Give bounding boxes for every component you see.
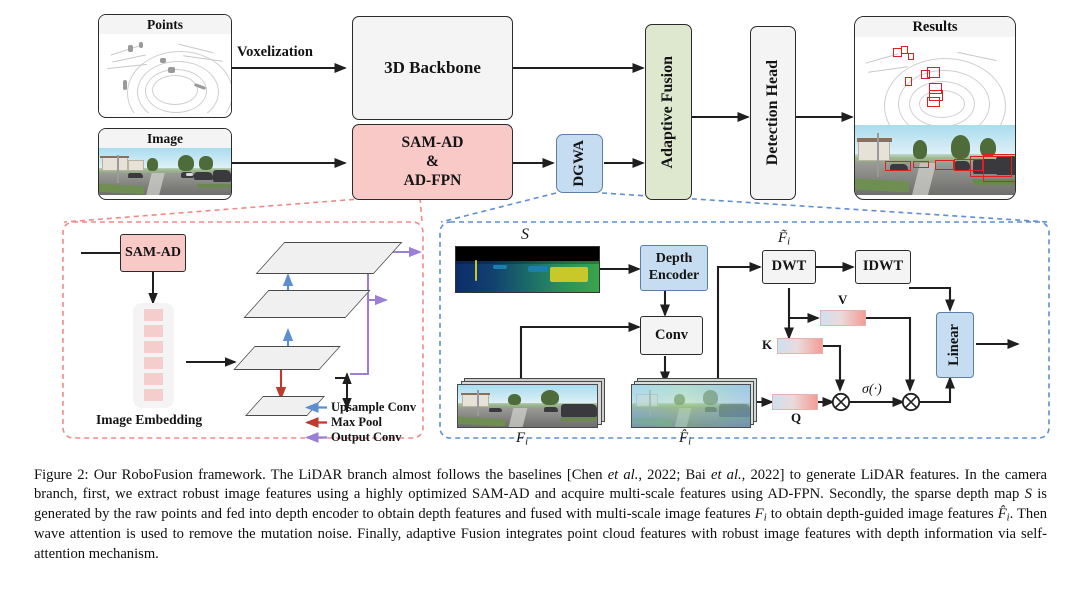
conv-box[interactable]: Conv [640,316,703,355]
legend-upsample-conv-label: Upsample Conv [331,400,417,414]
caption-math-fhat: F̂ [997,505,1007,522]
fhat-subscript: i [688,435,692,448]
attention-q-label: Q [791,410,802,425]
linear-box[interactable]: Linear [936,312,974,378]
points-cloud-thumbnail [99,34,231,113]
dgwa-box[interactable]: DGWA [556,134,603,193]
linear-label: Linear [946,324,963,366]
ftilde-feature-label: F̃i [778,230,790,247]
legend-output-conv-label: Output Conv [331,430,402,444]
results-pointcloud-thumbnail [855,37,1015,125]
ampersand-label: & [426,152,439,170]
caption-number: Figure 2: [34,467,89,483]
sparse-depth-map-thumbnail [455,246,600,293]
fhat-feature-label: F̂i [679,430,691,447]
legend-output-conv: Output Conv [302,430,402,445]
caption-italic-1: et al. [607,467,639,483]
points-card-title: Points [99,15,231,34]
max-pool-arrow-icon [304,417,327,428]
fi-symbol: F [516,430,526,446]
caption-math-f: F [754,505,764,522]
street-image-thumbnail [99,148,231,195]
fi-feature-label: Fi [516,430,528,447]
image-embedding-tokens [133,303,174,408]
3d-backbone-box[interactable]: 3D Backbone [352,16,513,120]
upsample-conv-arrow-icon [304,402,327,413]
dgwa-label: DGWA [570,140,587,187]
sparse-depth-map-label: S [521,226,529,243]
figure-caption: Figure 2: Our RoboFusion framework. The … [34,466,1047,564]
depth-guided-feature-deck-fhat [631,378,761,430]
depth-encoder-line2: Encoder [648,268,700,283]
idwt-box[interactable]: IDWT [855,250,911,284]
caption-text-2: , 2022; Bai [638,467,711,483]
figure-robofusion-framework: Points Image Voxelization 3D Backbone SA… [0,0,1080,455]
attention-k-label: K [762,337,773,352]
caption-text-5: to obtain depth-guided image features [766,505,998,522]
points-input-card: Points [98,14,232,118]
image-card-title: Image [99,129,231,148]
dwt-box[interactable]: DWT [762,250,816,284]
sigma-activation-label: σ(·) [862,382,882,397]
ftilde-symbol: F̃ [778,230,788,246]
caption-math-s: S [1024,486,1032,503]
depth-encoder-box[interactable]: Depth Encoder [640,245,708,291]
adaptive-fusion-box[interactable]: Adaptive Fusion [645,24,692,200]
detection-head-box[interactable]: Detection Head [750,26,796,200]
caption-text-1: Our RoboFusion framework. The LiDAR bran… [88,467,608,483]
results-card: Results [854,16,1016,200]
sam-ad-label: SAM-AD [401,133,464,151]
image-embedding-label: Image Embedding [96,412,203,427]
voxelization-label: Voxelization [237,44,313,60]
fhat-symbol: F̂ [679,430,689,446]
caption-italic-2: et al. [710,467,742,483]
depth-encoder-line1: Depth [655,251,693,267]
results-image-thumbnail [855,125,1015,195]
attention-v-bar [820,310,866,326]
fi-subscript: i [525,435,529,448]
legend-upsample-conv: Upsample Conv [302,400,416,415]
sam-ad-detail-box[interactable]: SAM-AD [120,234,186,272]
ftilde-subscript: i [787,235,791,248]
results-card-title: Results [855,17,1015,37]
sam-ad-adfpn-box[interactable]: SAM-AD & AD-FPN [352,124,513,200]
multiscale-feature-deck-fi [457,378,607,430]
ad-fpn-label: AD-FPN [403,172,462,190]
output-conv-arrow-icon [304,432,327,443]
legend-max-pool-label: Max Pool [331,415,383,429]
attention-v-label: V [838,292,848,307]
adaptive-fusion-label: Adaptive Fusion [659,55,677,169]
attention-k-bar [777,338,823,354]
attention-q-bar [772,394,818,410]
legend-max-pool: Max Pool [302,415,382,430]
image-input-card: Image [98,128,232,200]
detection-head-label: Detection Head [763,60,781,166]
